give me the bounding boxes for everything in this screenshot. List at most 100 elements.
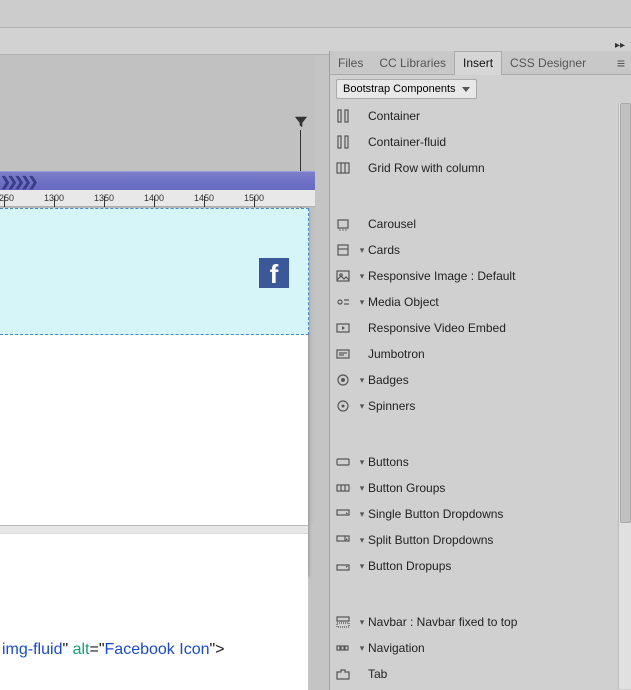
insert-item-label: Navbar : Navbar fixed to top	[368, 615, 617, 629]
category-dropdown[interactable]: Bootstrap Components	[336, 79, 477, 99]
insert-item[interactable]: ▾Spinners	[330, 393, 617, 419]
insert-item[interactable]: ▾Single Button Dropdowns	[330, 501, 617, 527]
insert-item[interactable]: Responsive Video Embed	[330, 315, 617, 341]
tab-css-designer[interactable]: CSS Designer	[502, 51, 594, 75]
expand-caret-icon: ▾	[356, 643, 368, 654]
expand-caret-icon: ▾	[356, 271, 368, 282]
insert-item-label: Media Object	[368, 295, 617, 309]
insert-item[interactable]: ▾Media Object	[330, 289, 617, 315]
horizontal-ruler: 1250 1300 1350 1400 1450 1500	[0, 190, 315, 207]
panel-tab-bar: Files CC Libraries Insert CSS Designer ≡	[330, 51, 631, 75]
panel-menu-icon[interactable]: ≡	[617, 55, 625, 71]
filter-icon[interactable]	[294, 115, 308, 134]
carousel-icon	[334, 215, 352, 233]
code-attr-name: alt	[73, 641, 90, 658]
insert-item-label: Navigation	[368, 641, 617, 655]
expand-caret-icon: ▾	[356, 297, 368, 308]
container-icon	[334, 133, 352, 151]
insert-item[interactable]: Tab	[330, 661, 617, 687]
spdrop-icon	[334, 531, 352, 549]
insert-item-label: Container-fluid	[368, 135, 617, 149]
expand-panels-icon[interactable]: ▸▸	[615, 40, 625, 51]
design-canvas[interactable]: f	[0, 208, 308, 576]
expand-caret-icon: ▾	[356, 535, 368, 546]
nav-icon	[334, 639, 352, 657]
insert-item-label: Button Groups	[368, 481, 617, 495]
code-line[interactable]: img-fluid" alt="Facebook Icon">	[2, 639, 225, 659]
expand-caret-icon: ▾	[356, 457, 368, 468]
dropup-icon	[334, 557, 352, 575]
insert-item[interactable]: ▾Button Groups	[330, 475, 617, 501]
insert-item[interactable]: Grid Row with column	[330, 155, 617, 181]
group-separator	[330, 419, 617, 449]
sdrop-icon	[334, 505, 352, 523]
insert-item-label: Tab	[368, 667, 617, 681]
insert-item[interactable]: ▾Button Dropups	[330, 553, 617, 579]
tab-cc-libraries[interactable]: CC Libraries	[371, 51, 454, 75]
btngrp-icon	[334, 479, 352, 497]
facebook-letter: f	[270, 260, 279, 288]
expand-caret-icon: ▾	[356, 401, 368, 412]
insert-item[interactable]: Container-fluid	[330, 129, 617, 155]
insert-item-label: Grid Row with column	[368, 161, 617, 175]
video-icon	[334, 319, 352, 337]
insert-item[interactable]: ▾Cards	[330, 237, 617, 263]
insert-item-label: Badges	[368, 373, 617, 387]
media-query-bar[interactable]: ❯❯❯❯❯	[0, 171, 315, 190]
insert-item-label: Carousel	[368, 217, 617, 231]
insert-item[interactable]: ▾Responsive Image : Default	[330, 263, 617, 289]
facebook-icon[interactable]: f	[259, 258, 289, 288]
expand-caret-icon: ▾	[356, 375, 368, 386]
insert-item-label: Jumbotron	[368, 347, 617, 361]
scrollbar-thumb[interactable]	[620, 103, 631, 523]
insert-item[interactable]: ▾Buttons	[330, 449, 617, 475]
spinner-icon	[334, 397, 352, 415]
container-icon	[334, 107, 352, 125]
insert-item[interactable]: ▾Badges	[330, 367, 617, 393]
code-class-value: img-fluid	[2, 641, 62, 658]
group-separator	[330, 181, 617, 211]
group-separator	[330, 579, 617, 609]
tab-insert[interactable]: Insert	[454, 51, 502, 75]
insert-item[interactable]: Jumbotron	[330, 341, 617, 367]
expand-caret-icon: ▾	[356, 483, 368, 494]
cards-icon	[334, 241, 352, 259]
media-icon	[334, 293, 352, 311]
insert-item[interactable]: ▾Split Button Dropdowns	[330, 527, 617, 553]
code-attr-value: Facebook Icon	[105, 641, 210, 658]
insert-list: Container Container-fluid Grid Row with co…	[330, 103, 631, 689]
tab-files[interactable]: Files	[330, 51, 371, 75]
right-panel: Files CC Libraries Insert CSS Designer ≡…	[329, 51, 631, 690]
insert-item[interactable]: ▾Navbar : Navbar fixed to top	[330, 609, 617, 635]
jumbo-icon	[334, 345, 352, 363]
navbar-icon	[334, 613, 352, 631]
insert-item[interactable]: Carousel	[330, 211, 617, 237]
insert-item[interactable]: ▾Navigation	[330, 635, 617, 661]
insert-item-label: Single Button Dropdowns	[368, 507, 617, 521]
insert-item-label: Button Dropups	[368, 559, 617, 573]
selected-element-outline[interactable]: f	[0, 208, 309, 335]
code-view: img-fluid" alt="Facebook Icon">	[0, 525, 308, 690]
insert-item-label: Cards	[368, 243, 617, 257]
category-row: Bootstrap Components	[330, 75, 631, 103]
expand-caret-icon: ▾	[356, 561, 368, 572]
panel-scrollbar[interactable]	[618, 103, 631, 689]
expand-caret-icon: ▾	[356, 617, 368, 628]
tab-icon	[334, 665, 352, 683]
expand-caret-icon: ▾	[356, 245, 368, 256]
insert-item-label: Responsive Image : Default	[368, 269, 617, 283]
insert-item-label: Responsive Video Embed	[368, 321, 617, 335]
code-split-bar[interactable]	[0, 526, 308, 534]
badge-icon	[334, 371, 352, 389]
ruler-tick-label: 1250	[0, 193, 14, 203]
app-toolbar-row-1	[0, 0, 631, 28]
insert-item-label: Container	[368, 109, 617, 123]
media-query-arrows-icon: ❯❯❯❯❯	[0, 174, 34, 190]
document-area: ❯❯❯❯❯ 1250 1300 1350 1400 1450 1500 f	[0, 55, 315, 525]
insert-item-label: Spinners	[368, 399, 617, 413]
insert-item-label: Buttons	[368, 455, 617, 469]
insert-item[interactable]: Container	[330, 103, 617, 129]
insert-item-label: Split Button Dropdowns	[368, 533, 617, 547]
insert-item[interactable]: Accordion	[330, 687, 617, 689]
button-icon	[334, 453, 352, 471]
